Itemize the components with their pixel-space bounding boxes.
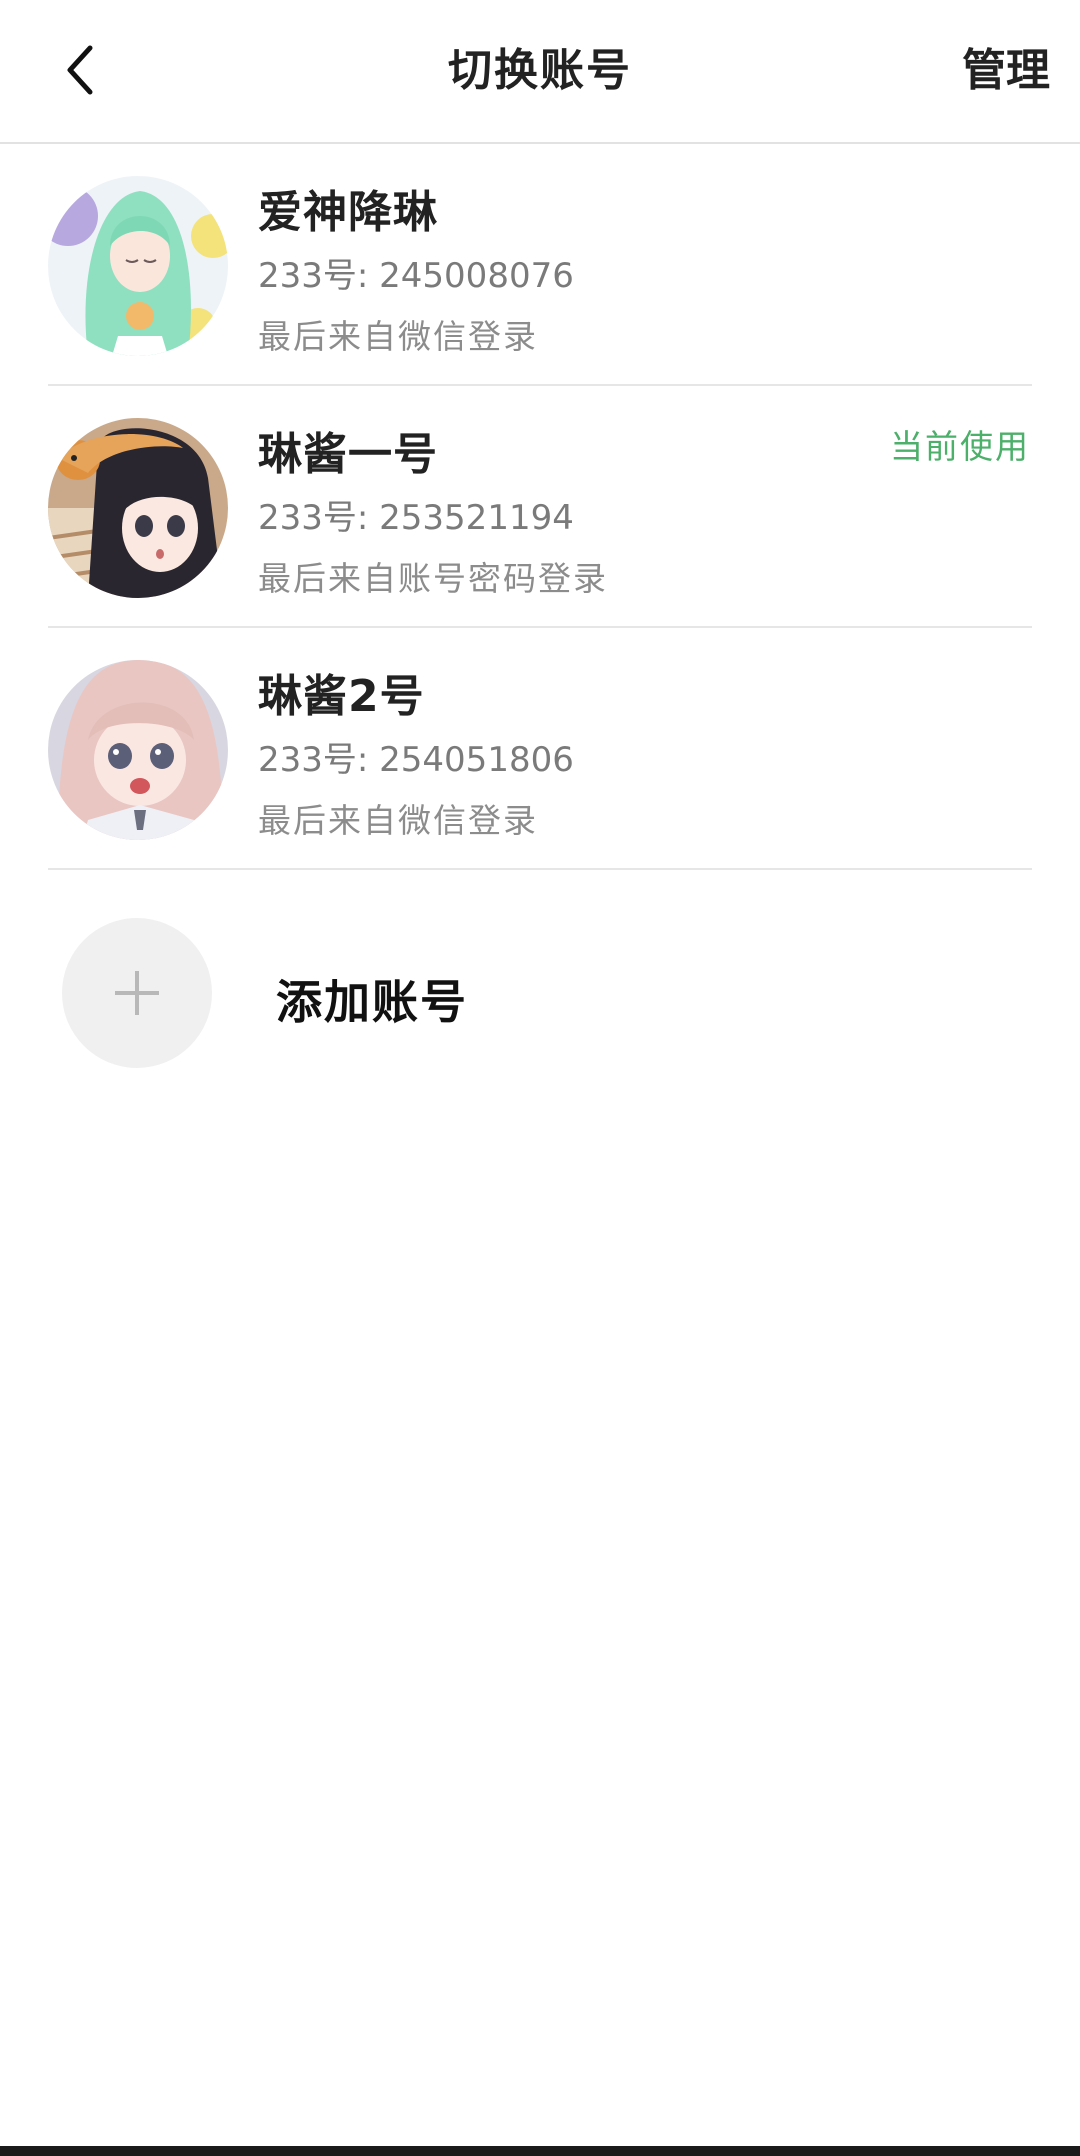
page-title: 切换账号 <box>448 45 632 96</box>
account-row[interactable]: 琳酱2号 233号: 254051806 最后来自微信登录 <box>0 628 1080 870</box>
avatar <box>48 176 228 356</box>
account-id: 233号: 245008076 <box>258 256 574 296</box>
add-account-label: 添加账号 <box>276 975 468 1029</box>
avatar <box>48 660 228 840</box>
avatar <box>48 418 228 598</box>
account-name: 爱神降琳 <box>258 187 438 238</box>
account-name: 琳酱2号 <box>258 671 425 722</box>
top-bar: 切换账号 管理 <box>0 0 1080 144</box>
manage-button[interactable]: 管理 <box>962 34 1050 98</box>
current-account-badge: 当前使用 <box>890 427 1030 466</box>
system-navigation-bar <box>0 2146 1080 2156</box>
account-id: 233号: 254051806 <box>258 740 574 780</box>
account-row[interactable]: 琳酱一号 233号: 253521194 最后来自账号密码登录 当前使用 <box>0 386 1080 628</box>
account-id: 233号: 253521194 <box>258 498 574 538</box>
account-list: 爱神降琳 233号: 245008076 最后来自微信登录 琳酱一号 233号:… <box>0 144 1080 870</box>
account-login-method: 最后来自微信登录 <box>258 317 538 356</box>
divider <box>48 868 1032 870</box>
account-login-method: 最后来自账号密码登录 <box>258 559 608 598</box>
add-account-button[interactable]: 添加账号 <box>0 912 1080 1072</box>
account-login-method: 最后来自微信登录 <box>258 801 538 840</box>
account-name: 琳酱一号 <box>258 429 438 480</box>
switch-account-page: 切换账号 管理 爱神降琳 233号: 245008076 最后来自微信登录 琳酱… <box>0 0 1080 2156</box>
account-row[interactable]: 爱神降琳 233号: 245008076 最后来自微信登录 <box>0 144 1080 386</box>
plus-icon <box>115 971 159 1015</box>
add-account-circle <box>62 918 212 1068</box>
